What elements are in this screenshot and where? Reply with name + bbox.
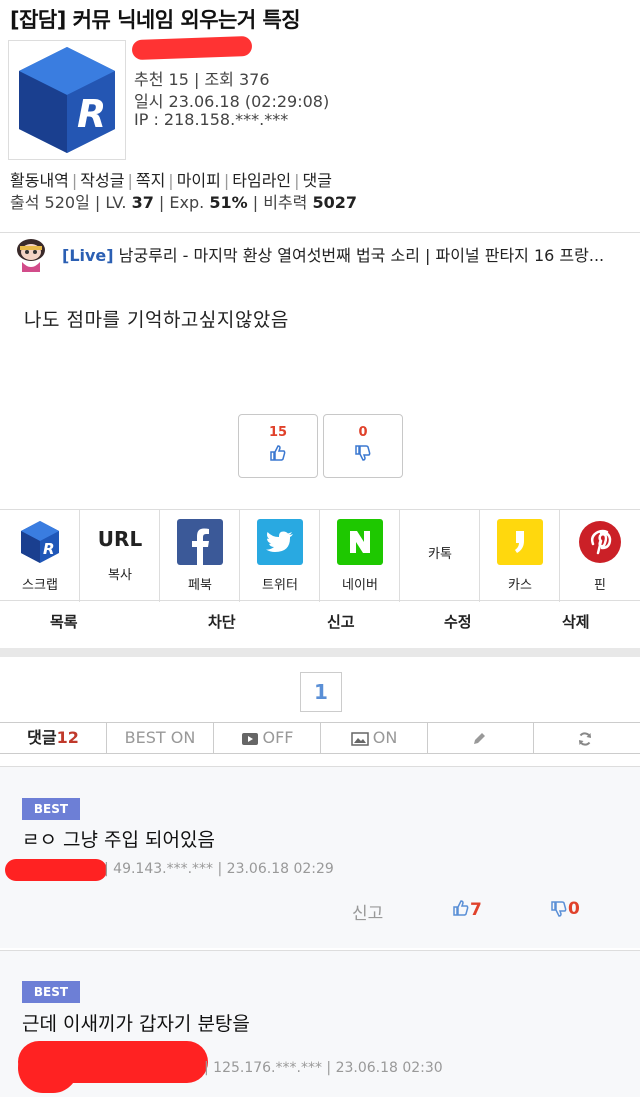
comment-text: 근데 이새끼가 갑자기 분탕을 — [22, 1013, 250, 1035]
tab-image-toggle[interactable]: ON — [321, 723, 428, 753]
thumbs-down-icon — [355, 445, 371, 461]
downvote-button[interactable]: 0 — [323, 414, 403, 478]
thumbs-up-icon — [270, 445, 286, 461]
edit-button[interactable]: 수정 — [444, 611, 472, 632]
comment-meta: | 125.176.***.*** | 23.06.18 02:30 — [204, 1060, 443, 1076]
author-avatar-logo: R — [19, 47, 115, 153]
author-redaction — [18, 1043, 78, 1093]
post-date: 일시 23.06.18 (02:29:08) — [134, 92, 330, 111]
tab-video-toggle[interactable]: OFF — [214, 723, 321, 753]
kakaostory-icon — [497, 519, 543, 565]
naver-icon — [337, 519, 383, 565]
post-recommend-views: 추천 15 | 조회 376 — [134, 70, 270, 89]
live-banner[interactable]: [Live] 남궁루리 - 마지막 환상 열여섯번째 법국 소리 | 파이널 판… — [0, 232, 640, 272]
write-comment-button[interactable] — [428, 723, 534, 753]
delete-button[interactable]: 삭제 — [562, 611, 590, 632]
post-ip: IP : 218.158.***.*** — [134, 110, 289, 129]
report-button[interactable]: 신고 — [327, 611, 355, 632]
section-divider — [0, 648, 640, 657]
thumbs-down-icon — [551, 901, 567, 917]
facebook-icon — [177, 519, 223, 565]
share-twitter[interactable]: 트위터 — [240, 510, 320, 602]
share-katalk[interactable]: 카톡 — [400, 510, 480, 602]
author-stats: 출석 520일 | LV. 37 | Exp. 51% | 비추력 5027 — [10, 193, 357, 212]
share-scrap[interactable]: R 스크랩 — [0, 510, 80, 602]
link-timeline[interactable]: 타임라인 — [232, 171, 291, 190]
thumbs-up-icon — [453, 900, 469, 916]
pinterest-icon — [579, 521, 621, 563]
svg-text:R: R — [43, 540, 55, 558]
share-kakaostory[interactable]: 카스 — [480, 510, 560, 602]
share-url-copy[interactable]: URL 복사 — [80, 510, 160, 602]
scrap-icon: R — [21, 521, 59, 563]
refresh-comments-button[interactable] — [534, 723, 640, 753]
author-redaction — [5, 859, 107, 881]
share-bar: R 스크랩 URL 복사 페북 트위터 네이버 카톡 카스 핀 — [0, 509, 640, 602]
link-mypi[interactable]: 마이피 — [177, 171, 221, 190]
link-comments[interactable]: 댓글 — [303, 171, 332, 190]
upvote-button[interactable]: 15 — [238, 414, 318, 478]
author-avatar[interactable]: R — [8, 40, 126, 160]
upvote-count: 15 — [268, 425, 288, 440]
share-pinterest[interactable]: 핀 — [560, 510, 640, 602]
tab-comments[interactable]: 댓글12 — [0, 723, 107, 753]
comment-item: BEST ㄹㅇ 그냥 주입 되어있음 | 49.143.***.*** | 23… — [0, 766, 640, 948]
comment-toolbar: 댓글12 BEST ON OFF ON — [0, 722, 640, 754]
downvote-count: 0 — [358, 425, 368, 440]
image-icon — [350, 731, 369, 746]
comment-report-button[interactable]: 신고 — [352, 899, 383, 924]
best-badge: BEST — [22, 798, 80, 820]
svg-text:R: R — [77, 92, 106, 136]
post-actions: 목록 차단 신고 수정 삭제 — [0, 601, 640, 641]
live-title[interactable]: [Live] 남궁루리 - 마지막 환상 열여섯번째 법국 소리 | 파이널 판… — [62, 242, 636, 266]
post-title: [잡담] 커뮤 닉네임 외우는거 특징 — [10, 8, 301, 32]
twitter-icon — [257, 519, 303, 565]
nickname-redaction — [131, 35, 253, 61]
comment-item: BEST 근데 이새끼가 갑자기 분탕을 | 125.176.***.*** |… — [0, 950, 640, 1097]
link-message[interactable]: 쪽지 — [136, 171, 165, 190]
comment-meta: | 49.143.***.*** | 23.06.18 02:29 — [104, 861, 334, 877]
block-button[interactable]: 차단 — [208, 611, 236, 632]
pencil-icon — [473, 732, 485, 744]
share-naver[interactable]: 네이버 — [320, 510, 400, 602]
link-activity[interactable]: 활동내역 — [10, 171, 69, 190]
best-badge: BEST — [22, 981, 80, 1003]
video-icon — [241, 732, 258, 745]
post-body: 나도 점마를 기억하고싶지않았음 — [24, 309, 289, 331]
live-avatar-icon — [17, 239, 45, 272]
list-button[interactable]: 목록 — [50, 611, 78, 632]
comment-text: ㄹㅇ 그냥 주입 되어있음 — [22, 829, 215, 851]
tab-best-toggle[interactable]: BEST ON — [107, 723, 214, 753]
author-links: 활동내역 | 작성글 | 쪽지 | 마이피 | 타임라인 | 댓글 — [10, 171, 332, 190]
comment-upvote-button[interactable]: 7 — [452, 899, 482, 920]
share-facebook[interactable]: 페북 — [160, 510, 240, 602]
link-posts[interactable]: 작성글 — [80, 171, 124, 190]
page-number-current[interactable]: 1 — [300, 672, 342, 712]
comment-downvote-button[interactable]: 0 — [550, 899, 580, 919]
refresh-icon — [579, 731, 591, 746]
